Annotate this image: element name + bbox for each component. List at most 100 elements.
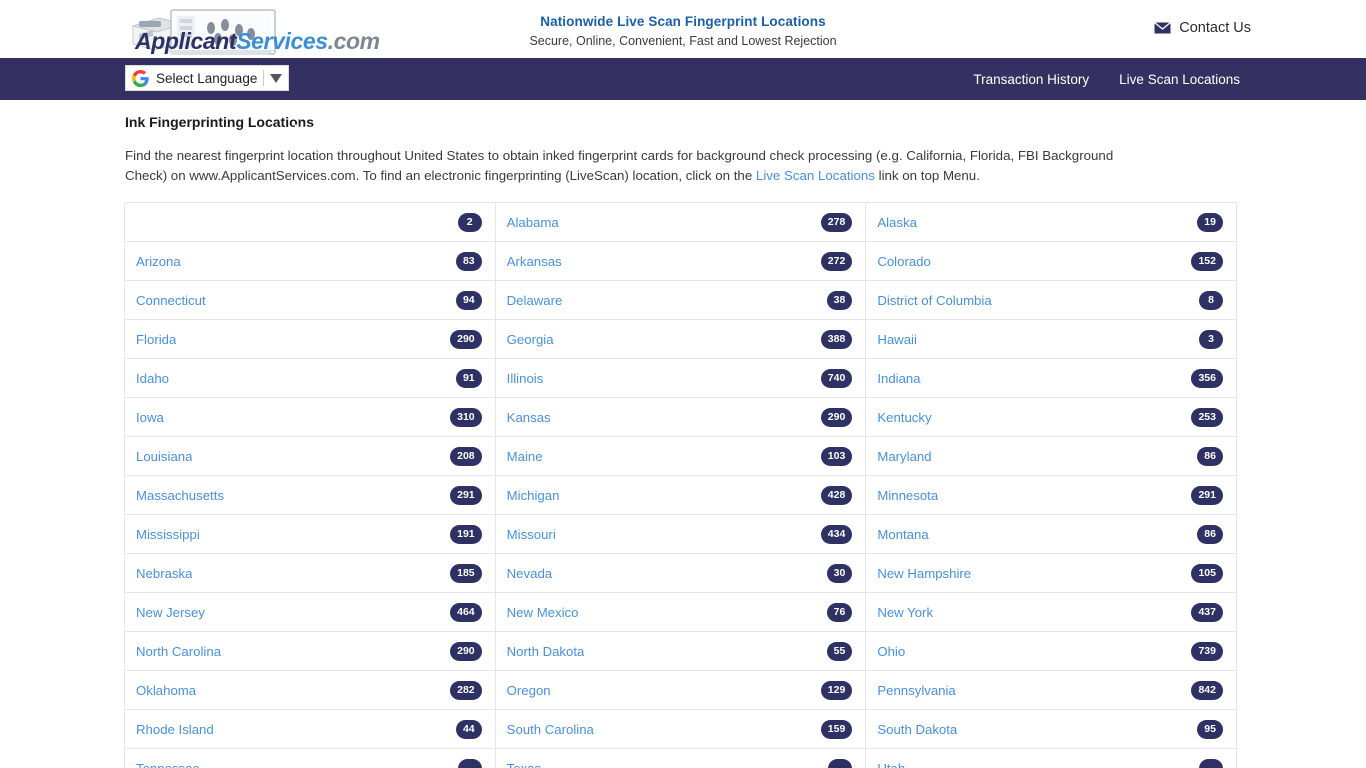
state-name-link[interactable]: Mississippi: [136, 527, 200, 542]
site-logo[interactable]: ApplicantServices.com: [125, 4, 385, 56]
state-name-link[interactable]: Rhode Island: [136, 722, 214, 737]
main-content: Ink Fingerprinting Locations Find the ne…: [0, 114, 1366, 768]
state-locations-grid: 2 Alabama 278 Alaska 19 Arizona 83 Arkansas 272 C…: [124, 202, 1237, 768]
state-cell[interactable]: Kentucky 253: [865, 397, 1237, 437]
state-cell[interactable]: New Mexico 76: [494, 592, 867, 632]
state-name-link[interactable]: Minnesota: [877, 488, 938, 503]
state-cell[interactable]: North Dakota 55: [494, 631, 867, 671]
language-selector[interactable]: Select Language: [125, 65, 290, 91]
chevron-down-icon[interactable]: [270, 73, 283, 83]
state-name-link[interactable]: Hawaii: [877, 332, 917, 347]
translation-disclaimer-link[interactable]: Translation Disclaimer: [292, 124, 405, 136]
state-cell[interactable]: South Carolina 159: [494, 709, 867, 749]
state-name-link[interactable]: Pennsylvania: [877, 683, 955, 698]
state-name-link[interactable]: Kentucky: [877, 410, 931, 425]
state-cell[interactable]: Arkansas 272: [494, 241, 867, 281]
state-cell[interactable]: Alabama 278: [494, 202, 867, 242]
state-name-link[interactable]: South Carolina: [507, 722, 594, 737]
nav-link-transaction-history[interactable]: Transaction History: [973, 72, 1089, 87]
state-cell[interactable]: Kansas 290: [494, 397, 867, 437]
state-name-link[interactable]: North Carolina: [136, 644, 221, 659]
state-name-link[interactable]: Michigan: [507, 488, 560, 503]
state-cell[interactable]: Louisiana 208: [124, 436, 496, 476]
state-cell[interactable]: Indiana 356: [865, 358, 1237, 398]
state-cell[interactable]: Michigan 428: [494, 475, 867, 515]
state-name-link[interactable]: Maryland: [877, 449, 931, 464]
state-name-link[interactable]: Georgia: [507, 332, 554, 347]
state-cell[interactable]: Montana 86: [865, 514, 1237, 554]
state-name-link[interactable]: North Dakota: [507, 644, 585, 659]
state-cell[interactable]: Delaware 38: [494, 280, 867, 320]
state-name-link[interactable]: District of Columbia: [877, 293, 991, 308]
state-name-link[interactable]: Illinois: [507, 371, 544, 386]
state-cell[interactable]: Nevada 30: [494, 553, 867, 593]
state-cell[interactable]: Oregon 129: [494, 670, 867, 710]
state-name-link[interactable]: Ohio: [877, 644, 905, 659]
state-cell[interactable]: Maryland 86: [865, 436, 1237, 476]
state-name-link[interactable]: Texas: [507, 761, 541, 768]
state-name-link[interactable]: New Mexico: [507, 605, 579, 620]
state-name-link[interactable]: Nebraska: [136, 566, 192, 581]
state-cell[interactable]: Colorado 152: [865, 241, 1237, 281]
intro-live-scan-link[interactable]: Live Scan Locations: [756, 168, 875, 183]
state-name-link[interactable]: Delaware: [507, 293, 563, 308]
state-cell[interactable]: North Carolina 290: [124, 631, 496, 671]
state-cell[interactable]: Utah: [865, 748, 1237, 768]
state-cell[interactable]: New Jersey 464: [124, 592, 496, 632]
state-name-link[interactable]: Massachusetts: [136, 488, 224, 503]
state-name-link[interactable]: New Hampshire: [877, 566, 971, 581]
state-cell[interactable]: Florida 290: [124, 319, 496, 359]
state-name-link[interactable]: Oklahoma: [136, 683, 196, 698]
state-name-link[interactable]: Florida: [136, 332, 176, 347]
state-name-link[interactable]: Indiana: [877, 371, 920, 386]
state-name-link[interactable]: Montana: [877, 527, 928, 542]
state-name-link[interactable]: Connecticut: [136, 293, 206, 308]
state-cell[interactable]: Mississippi 191: [124, 514, 496, 554]
state-name-link[interactable]: Arizona: [136, 254, 181, 269]
state-name-link[interactable]: Louisiana: [136, 449, 192, 464]
state-name-link[interactable]: Kansas: [507, 410, 551, 425]
state-cell[interactable]: Pennsylvania 842: [865, 670, 1237, 710]
state-name-link[interactable]: Missouri: [507, 527, 556, 542]
state-name-link[interactable]: New York: [877, 605, 933, 620]
state-name-link[interactable]: Nevada: [507, 566, 552, 581]
state-cell[interactable]: District of Columbia 8: [865, 280, 1237, 320]
state-cell[interactable]: 2: [124, 202, 496, 242]
nav-link-live-scan-locations[interactable]: Live Scan Locations: [1119, 72, 1240, 87]
state-name-link[interactable]: Tennessee: [136, 761, 200, 768]
state-cell[interactable]: New York 437: [865, 592, 1237, 632]
state-cell[interactable]: Hawaii 3: [865, 319, 1237, 359]
state-cell[interactable]: Tennessee: [124, 748, 496, 768]
state-cell[interactable]: Iowa 310: [124, 397, 496, 437]
state-name-link[interactable]: Utah: [877, 761, 905, 768]
state-name-link[interactable]: New Jersey: [136, 605, 205, 620]
state-name-link[interactable]: Iowa: [136, 410, 164, 425]
state-cell[interactable]: Arizona 83: [124, 241, 496, 281]
state-name-link[interactable]: Alaska: [877, 215, 917, 230]
state-name-link[interactable]: Oregon: [507, 683, 551, 698]
state-cell[interactable]: Rhode Island 44: [124, 709, 496, 749]
contact-us-link[interactable]: Contact Us: [1154, 20, 1251, 36]
state-name-link[interactable]: Colorado: [877, 254, 931, 269]
state-name-link[interactable]: Idaho: [136, 371, 169, 386]
state-cell[interactable]: Minnesota 291: [865, 475, 1237, 515]
state-cell[interactable]: New Hampshire 105: [865, 553, 1237, 593]
state-cell[interactable]: Maine 103: [494, 436, 867, 476]
state-name-link[interactable]: Maine: [507, 449, 543, 464]
state-cell[interactable]: Oklahoma 282: [124, 670, 496, 710]
state-cell[interactable]: Texas: [494, 748, 867, 768]
state-cell[interactable]: South Dakota 95: [865, 709, 1237, 749]
state-name-link[interactable]: Arkansas: [507, 254, 562, 269]
state-cell[interactable]: Illinois 740: [494, 358, 867, 398]
location-count-badge: 191: [450, 524, 482, 544]
state-cell[interactable]: Massachusetts 291: [124, 475, 496, 515]
state-cell[interactable]: Alaska 19: [865, 202, 1237, 242]
state-cell[interactable]: Ohio 739: [865, 631, 1237, 671]
state-cell[interactable]: Missouri 434: [494, 514, 867, 554]
state-cell[interactable]: Georgia 388: [494, 319, 867, 359]
state-cell[interactable]: Connecticut 94: [124, 280, 496, 320]
state-name-link[interactable]: Alabama: [507, 215, 559, 230]
state-cell[interactable]: Idaho 91: [124, 358, 496, 398]
state-cell[interactable]: Nebraska 185: [124, 553, 496, 593]
state-name-link[interactable]: South Dakota: [877, 722, 957, 737]
